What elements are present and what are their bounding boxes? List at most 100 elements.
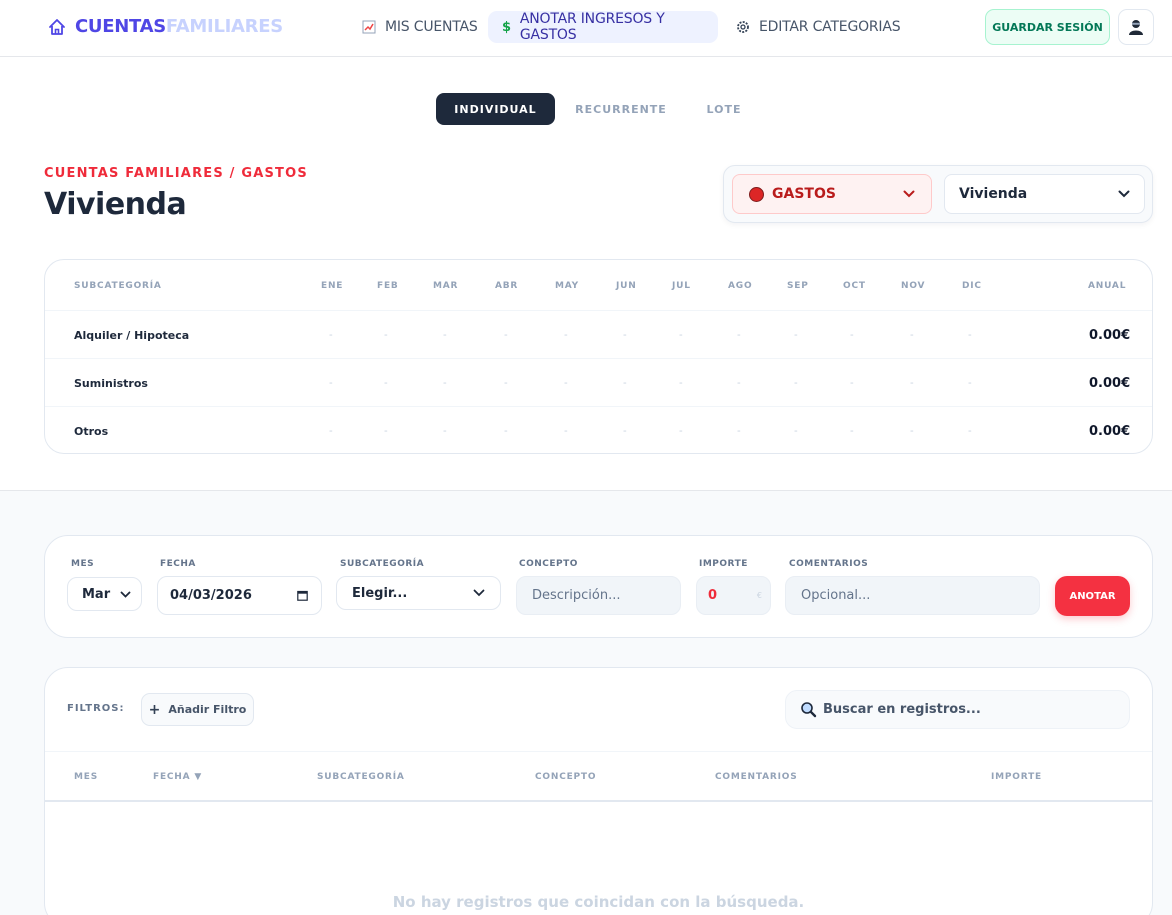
month-value: - <box>850 377 854 389</box>
tab-individual[interactable]: INDIVIDUAL <box>436 93 555 125</box>
month-value: - <box>968 425 972 437</box>
brand-logo[interactable]: CUENTASFAMILIARES <box>47 16 283 37</box>
month-value: - <box>564 329 568 341</box>
month-value: - <box>443 425 447 437</box>
summary-row: Otros - - - - - - - - - - - - 0.00€ <box>45 406 1152 453</box>
chevron-down-icon <box>473 589 485 597</box>
empty-records-message: No hay registros que coincidan con la bú… <box>392 893 805 911</box>
month-value: - <box>564 425 568 437</box>
month-value: - <box>968 377 972 389</box>
label-concepto: CONCEPTO <box>519 559 578 569</box>
month-value: - <box>910 329 914 341</box>
col-month: SEP <box>787 281 809 291</box>
label-mes: MES <box>71 559 95 569</box>
month-value: - <box>329 329 333 341</box>
summary-header-row: SUBCATEGORÍA ENE FEB MAR ABR MAY JUN JUL… <box>45 262 1152 310</box>
nav-label: ANOTAR INGRESOS Y GASTOS <box>519 11 665 43</box>
month-value: - <box>794 377 798 389</box>
type-select-value: GASTOS <box>772 186 836 202</box>
subcategory-name: Alquiler / Hipoteca <box>74 328 190 342</box>
month-value: - <box>443 329 447 341</box>
add-filter-button[interactable]: + Añadir Filtro <box>141 693 254 726</box>
save-session-button[interactable]: GUARDAR SESIÓN <box>985 9 1110 45</box>
summary-row: Alquiler / Hipoteca - - - - - - - - - - … <box>45 310 1152 358</box>
add-filter-label: Añadir Filtro <box>168 703 247 716</box>
category-selector-group: GASTOS Vivienda <box>723 165 1153 223</box>
nav-label: MIS CUENTAS <box>385 19 478 35</box>
month-value: - <box>679 329 683 341</box>
concept-input[interactable]: Descripción... <box>516 576 681 615</box>
month-value: - <box>384 329 388 341</box>
tab-lote[interactable]: LOTE <box>690 93 758 125</box>
category-select[interactable]: Vivienda <box>944 174 1145 214</box>
month-select-value: Mar <box>82 586 111 602</box>
col-importe[interactable]: IMPORTE <box>991 772 1042 782</box>
chart-icon <box>362 20 376 34</box>
month-value: - <box>679 377 683 389</box>
col-month: JUL <box>672 281 691 291</box>
amount-input[interactable]: 0 € <box>696 576 771 615</box>
col-subcategoria[interactable]: SUBCATEGORÍA <box>317 772 405 782</box>
col-concepto[interactable]: CONCEPTO <box>535 772 596 782</box>
records-search-input[interactable]: Buscar en registros... <box>785 690 1130 729</box>
month-value: - <box>910 425 914 437</box>
top-navbar: CUENTASFAMILIARES MIS CUENTAS $ ANOTAR I… <box>0 0 1172 57</box>
label-fecha: FECHA <box>160 559 196 569</box>
nav-anotar[interactable]: $ ANOTAR INGRESOS Y GASTOS <box>488 11 718 43</box>
month-value: - <box>564 377 568 389</box>
month-value: - <box>910 377 914 389</box>
month-value: - <box>504 329 508 341</box>
col-anual: ANUAL <box>1088 281 1127 291</box>
col-month: ABR <box>495 281 519 291</box>
col-fecha-sort[interactable]: FECHA ▼ <box>153 772 202 782</box>
submit-entry-button[interactable]: ANOTAR <box>1055 576 1130 616</box>
user-icon <box>1129 20 1143 35</box>
month-value: - <box>623 425 627 437</box>
label-subcategoria: SUBCATEGORÍA <box>340 559 425 569</box>
label-importe: IMPORTE <box>699 559 748 569</box>
nav-mis-cuentas[interactable]: MIS CUENTAS <box>348 11 492 43</box>
col-month: JUN <box>616 281 637 291</box>
col-comentarios[interactable]: COMENTARIOS <box>715 772 798 782</box>
subcategory-name: Suministros <box>74 376 148 390</box>
category-select-value: Vivienda <box>959 186 1028 202</box>
date-value: 04/03/2026 <box>170 588 252 603</box>
page-title: Vivienda <box>44 187 187 222</box>
comments-input[interactable]: Opcional... <box>785 576 1040 615</box>
month-value: - <box>737 425 741 437</box>
type-select[interactable]: GASTOS <box>732 174 932 214</box>
month-value: - <box>737 377 741 389</box>
col-month: MAY <box>555 281 579 291</box>
home-icon <box>49 18 65 35</box>
month-value: - <box>737 329 741 341</box>
avatar[interactable] <box>1118 9 1154 45</box>
summary-row: Suministros - - - - - - - - - - - - 0.00… <box>45 358 1152 406</box>
calendar-icon[interactable] <box>297 590 308 601</box>
filters-label: FILTROS: <box>67 703 125 714</box>
tab-recurrente[interactable]: RECURRENTE <box>568 93 674 125</box>
subcategory-name: Otros <box>74 424 109 438</box>
nav-editar-categorias[interactable]: EDITAR CATEGORIAS <box>722 11 914 43</box>
col-month: DIC <box>962 281 982 291</box>
currency-symbol: € <box>756 591 762 600</box>
col-month: ENE <box>321 281 344 291</box>
expense-dot-icon <box>749 186 764 202</box>
month-value: - <box>443 377 447 389</box>
col-mes[interactable]: MES <box>74 772 98 782</box>
col-month: AGO <box>728 281 753 291</box>
annual-total: 0.00€ <box>1089 327 1131 343</box>
month-value: - <box>850 329 854 341</box>
dollar-icon: $ <box>502 19 511 35</box>
date-input[interactable]: 04/03/2026 <box>157 576 322 615</box>
chevron-down-icon <box>1118 190 1130 198</box>
brand-name: CUENTASFAMILIARES <box>75 16 283 37</box>
subcategory-select[interactable]: Elegir... <box>336 576 501 610</box>
col-month: MAR <box>433 281 459 291</box>
search-icon <box>801 702 817 718</box>
breadcrumb: CUENTAS FAMILIARES / GASTOS <box>44 166 308 181</box>
summary-table: SUBCATEGORÍA ENE FEB MAR ABR MAY JUN JUL… <box>44 259 1153 454</box>
month-value: - <box>623 329 627 341</box>
month-value: - <box>850 425 854 437</box>
month-select[interactable]: Mar <box>67 577 142 611</box>
col-month: OCT <box>843 281 866 291</box>
